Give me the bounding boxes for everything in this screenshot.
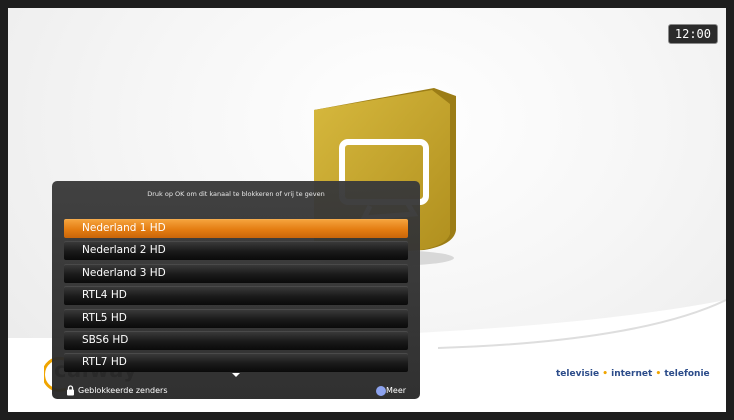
dialog-title: Druk op OK om dit kanaal te blokkeren of… <box>147 190 325 198</box>
channel-item-nederland-3-hd[interactable]: Nederland 3 HD <box>64 263 408 283</box>
tagline-part: televisie <box>556 369 600 379</box>
tagline: televisie • internet • telefonie <box>556 369 710 379</box>
channel-item-rtl5-hd[interactable]: RTL5 HD <box>64 308 408 328</box>
blue-button-icon[interactable] <box>376 386 386 396</box>
clock: 12:00 <box>667 24 718 44</box>
blocked-channels-label[interactable]: Geblokkeerde zenders <box>78 386 167 395</box>
tagline-part: internet <box>611 369 653 379</box>
more-button[interactable]: Meer <box>386 386 406 395</box>
channel-item-rtl4-hd[interactable]: RTL4 HD <box>64 286 408 306</box>
dialog-footer: Geblokkeerde zenders Meer <box>52 383 420 399</box>
lock-icon <box>67 385 74 396</box>
channel-item-rtl7-hd[interactable]: RTL7 HD <box>64 353 408 373</box>
tv-screen: 12:00 caiway televisie • internet • tele… <box>8 8 726 412</box>
channel-block-dialog: Druk op OK om dit kanaal te blokkeren of… <box>52 181 420 399</box>
tagline-dot: • <box>602 369 608 379</box>
channel-item-sbs6-hd[interactable]: SBS6 HD <box>64 330 408 350</box>
channel-item-nederland-2-hd[interactable]: Nederland 2 HD <box>64 241 408 261</box>
channel-item-nederland-1-hd[interactable]: Nederland 1 HD <box>64 219 408 238</box>
channel-list: Nederland 1 HD Nederland 2 HD Nederland … <box>64 219 408 376</box>
tagline-part: telefonie <box>664 369 710 379</box>
chevron-down-icon[interactable] <box>232 373 240 377</box>
tagline-dot: • <box>655 369 662 379</box>
